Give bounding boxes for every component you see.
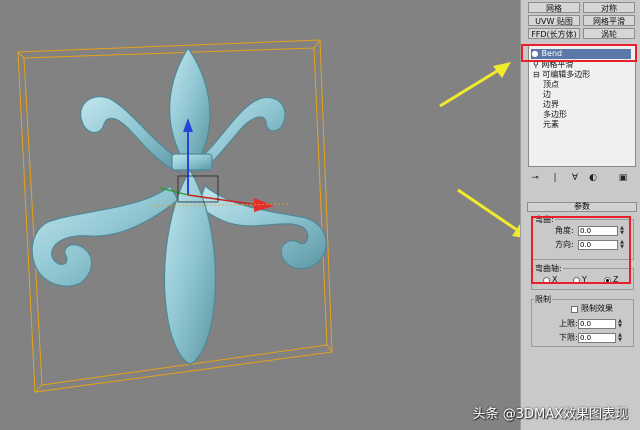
lower-limit-input[interactable]: 0.0: [578, 333, 616, 343]
modifier-stack[interactable]: ● Bend ⚲ 网格平滑 ⊟ 可编辑多边形 顶点 边 边界 多边形 元素: [528, 45, 636, 167]
modifier-button-symmetry[interactable]: 对称: [583, 2, 635, 13]
stack-item-label: 可编辑多边形: [542, 70, 591, 79]
watermark: 头条 @3DMAX效果图表现: [472, 407, 628, 422]
upper-limit-input[interactable]: 0.0: [578, 319, 616, 329]
viewport-scene: [17, 39, 520, 393]
subobject-element[interactable]: 元素: [543, 120, 559, 130]
expand-icon[interactable]: ⊟: [533, 70, 542, 79]
subobject-polygon[interactable]: 多边形: [543, 110, 567, 120]
make-unique-icon[interactable]: ∀: [569, 172, 581, 184]
viewport[interactable]: [0, 0, 520, 430]
show-end-result-icon[interactable]: |: [549, 172, 561, 184]
modifier-button-uvw-map[interactable]: UVW 贴图: [528, 15, 580, 26]
pin-stack-icon[interactable]: ⊸: [529, 172, 541, 184]
annotation-arrows: [439, 62, 520, 238]
upper-limit-label: 上限:: [559, 319, 578, 328]
modifier-button-ffd-box[interactable]: FFD(长方体): [528, 28, 580, 39]
limit-effect-checkbox[interactable]: [571, 306, 578, 313]
lower-limit-label: 下限:: [559, 333, 578, 342]
highlight-box-parameters: [531, 216, 631, 284]
fleur-de-lis-model: [31, 46, 327, 365]
subobject-vertex[interactable]: 顶点: [543, 80, 559, 90]
configure-sets-icon[interactable]: ▣: [617, 172, 629, 184]
modifier-button-turbosmooth[interactable]: 涡轮: [583, 28, 635, 39]
subobject-border[interactable]: 边界: [543, 100, 559, 110]
parameters-rollout-header[interactable]: 参数: [527, 202, 637, 212]
modifier-button-mesh[interactable]: 网格: [528, 2, 580, 13]
highlight-box-bend: [521, 44, 637, 62]
lower-limit-spinner[interactable]: ▲ ▼: [617, 333, 623, 343]
limits-group-label: 限制: [534, 295, 552, 304]
limit-effect-label: 限制效果: [581, 304, 613, 313]
command-panel: 网格 对称 UVW 贴图 网格平滑 FFD(长方体) 涡轮 ● Bend ⚲ 网…: [520, 0, 640, 430]
remove-modifier-icon[interactable]: ◐: [587, 172, 599, 184]
upper-limit-spinner[interactable]: ▲ ▼: [617, 319, 623, 329]
modifier-button-meshsmooth[interactable]: 网格平滑: [583, 15, 635, 26]
subobject-edge[interactable]: 边: [543, 90, 551, 100]
stack-item-editable-poly[interactable]: ⊟ 可编辑多边形: [533, 70, 590, 80]
